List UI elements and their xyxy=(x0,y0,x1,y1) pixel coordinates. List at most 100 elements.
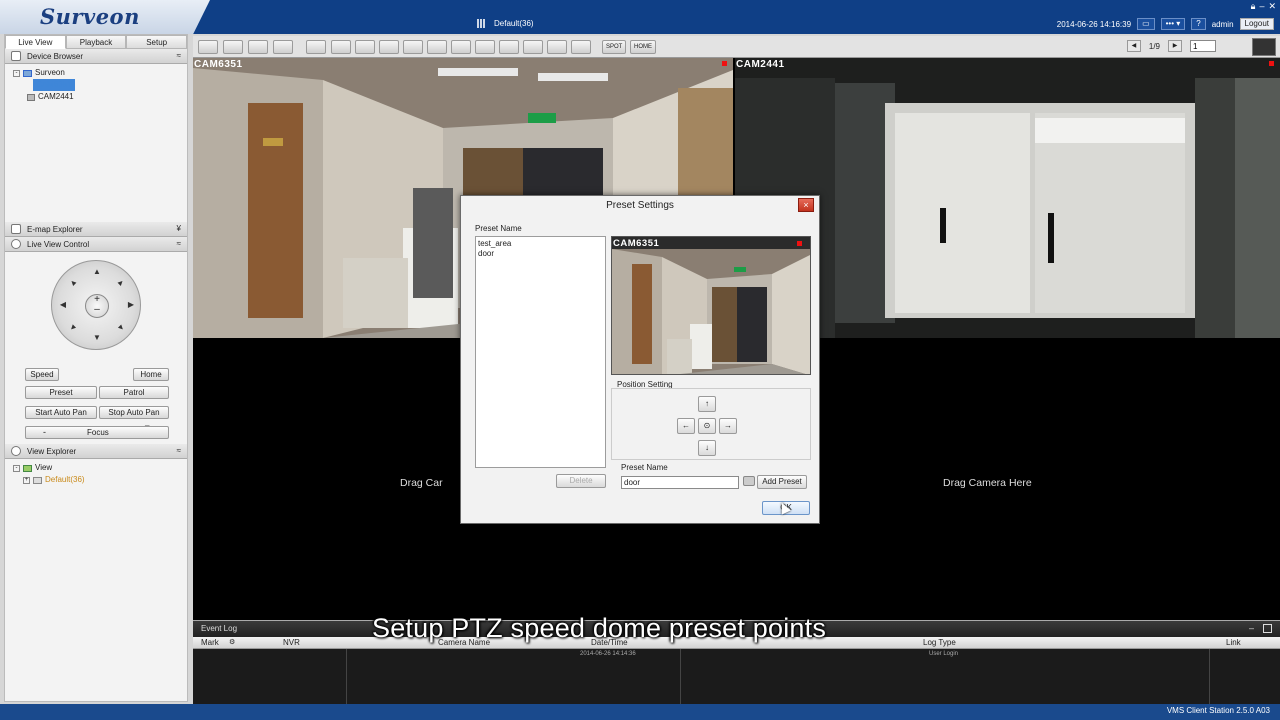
window-title: Default(36) xyxy=(494,19,534,28)
minimize-icon[interactable]: – xyxy=(1249,623,1254,633)
preset-list[interactable]: test_area door xyxy=(475,236,606,468)
more-menu-button[interactable]: ••• ▾ xyxy=(1160,18,1186,30)
logout-button[interactable]: Logout xyxy=(1239,18,1274,30)
layout-9-icon[interactable] xyxy=(427,40,447,54)
up-arrow-button[interactable]: ↑ xyxy=(698,396,716,412)
expand-icon[interactable]: + xyxy=(23,476,30,484)
column-nvr[interactable]: NVR xyxy=(283,638,300,647)
maximize-icon[interactable] xyxy=(1263,624,1272,633)
expand-icon[interactable]: - xyxy=(13,464,20,472)
column-link[interactable]: Link xyxy=(1226,638,1241,647)
next-page-icon[interactable]: ▶ xyxy=(1168,40,1182,52)
layout-13-icon[interactable] xyxy=(475,40,495,54)
start-auto-pan-button[interactable]: Start Auto Pan xyxy=(25,406,97,419)
focus-control: - Focus ¯ xyxy=(5,424,187,444)
layout-4-icon[interactable] xyxy=(355,40,375,54)
fullscreen-icon[interactable] xyxy=(306,40,326,54)
zoom-out-icon[interactable]: – xyxy=(86,305,108,315)
tree-item-cam6351[interactable]: CAM6351 xyxy=(13,79,179,91)
ptz-direction-pad[interactable]: ▲ ▼ ◀ ▶ ▲ ▲ ▼ ▼ + – xyxy=(51,260,141,350)
keyboard-icon[interactable] xyxy=(743,476,755,486)
layout-6-icon[interactable] xyxy=(379,40,399,54)
device-browser-header[interactable]: Device Browser ≈ xyxy=(5,49,187,64)
collapse-icon[interactable]: ≈ xyxy=(177,446,181,455)
page-input[interactable] xyxy=(1190,40,1216,52)
patrol-button[interactable]: Patrol xyxy=(99,386,169,399)
preset-item[interactable]: test_area xyxy=(478,239,603,249)
tab-playback[interactable]: Playback xyxy=(65,35,127,49)
column-mark[interactable]: Mark xyxy=(201,638,219,647)
lock-icon[interactable]: 🔒︎ xyxy=(1251,1,1256,12)
tree-item-cam2441[interactable]: CAM2441 xyxy=(13,91,179,103)
right-arrow-icon[interactable]: ▶ xyxy=(126,300,136,309)
settings-icon[interactable] xyxy=(273,40,293,54)
left-arrow-button[interactable]: ← xyxy=(677,418,695,434)
layout-1-icon[interactable] xyxy=(331,40,351,54)
tools-icon[interactable] xyxy=(248,40,268,54)
surveon-logo: Surveon xyxy=(40,4,140,29)
expand-icon[interactable]: - xyxy=(13,69,20,77)
layout-25-icon[interactable] xyxy=(547,40,567,54)
spot-button[interactable]: SPOT xyxy=(602,40,627,54)
preset-button[interactable]: Preset xyxy=(25,386,97,399)
server-icon xyxy=(23,69,32,77)
previous-page-icon[interactable]: ◀ xyxy=(1126,40,1141,52)
emap-explorer-header[interactable]: E-map Explorer ¥ xyxy=(5,222,187,237)
gear-icon[interactable]: ⚙ xyxy=(229,638,235,646)
tab-setup[interactable]: Setup xyxy=(126,35,188,49)
monitor-icon[interactable]: ▭ xyxy=(1137,18,1155,30)
speed-button[interactable]: Speed xyxy=(25,368,59,381)
up-left-arrow-icon[interactable]: ▲ xyxy=(66,276,79,289)
tab-live-view[interactable]: Live View xyxy=(5,35,66,49)
tree-root[interactable]: - Surveon xyxy=(13,67,179,79)
camera-preview: CAM6351 xyxy=(611,236,811,375)
down-left-arrow-icon[interactable]: ▼ xyxy=(66,321,79,334)
view-explorer-header[interactable]: View Explorer ≈ xyxy=(5,444,187,459)
grid-icon xyxy=(33,476,42,484)
snapshot-icon[interactable] xyxy=(198,40,218,54)
preset-name-input[interactable]: door xyxy=(621,476,739,489)
down-arrow-icon[interactable]: ▼ xyxy=(92,333,102,342)
drag-camera-hint-2: Drag Camera Here xyxy=(943,477,1032,489)
focus-minus-button[interactable]: - xyxy=(43,427,46,437)
preview-camera-name: CAM6351 xyxy=(613,238,660,249)
add-preset-button[interactable]: Add Preset xyxy=(757,475,807,489)
live-view-control-header[interactable]: Live View Control ≈ xyxy=(5,237,187,252)
view-mode-icon[interactable] xyxy=(1252,38,1276,56)
collapse-icon[interactable]: ≈ xyxy=(177,239,181,248)
help-button[interactable]: ? xyxy=(1191,18,1206,30)
home-view-button[interactable]: HOME xyxy=(630,40,656,54)
layout-20-icon[interactable] xyxy=(523,40,543,54)
home-button[interactable]: Home xyxy=(133,368,169,381)
focus-label: Focus xyxy=(87,428,109,437)
window-controls: 🔒︎ – ✕ xyxy=(1251,1,1276,12)
stop-auto-pan-button[interactable]: Stop Auto Pan xyxy=(99,406,169,419)
expand-icon[interactable]: ¥ xyxy=(177,224,181,233)
close-button[interactable]: × xyxy=(798,198,814,212)
view-root[interactable]: - View xyxy=(13,462,179,474)
up-arrow-icon[interactable]: ▲ xyxy=(92,267,102,276)
up-right-arrow-icon[interactable]: ▲ xyxy=(114,276,127,289)
left-arrow-icon[interactable]: ◀ xyxy=(58,300,68,309)
layout-8-icon[interactable] xyxy=(403,40,423,54)
zoom-control[interactable]: + – xyxy=(85,294,109,318)
layout-36-icon[interactable] xyxy=(571,40,591,54)
center-button[interactable]: ⊙ xyxy=(698,418,716,434)
preset-item[interactable]: door xyxy=(478,249,603,259)
layout-16-icon[interactable] xyxy=(499,40,519,54)
event-type: User Login xyxy=(929,651,959,657)
delete-button[interactable]: Delete xyxy=(556,474,606,488)
minimize-icon[interactable]: – xyxy=(1259,1,1264,12)
focus-plus-button[interactable]: ¯ xyxy=(145,425,149,434)
audio-icon[interactable] xyxy=(223,40,243,54)
down-right-arrow-icon[interactable]: ▼ xyxy=(114,321,127,334)
right-arrow-button[interactable]: → xyxy=(719,418,737,434)
close-icon[interactable]: ✕ xyxy=(1268,1,1276,12)
device-tree: - Surveon CAM6351 CAM2441 xyxy=(5,64,187,222)
collapse-icon[interactable]: ≈ xyxy=(177,51,181,60)
layout-10-icon[interactable] xyxy=(451,40,471,54)
left-panel: Live View Playback Setup Device Browser … xyxy=(4,34,188,702)
down-arrow-button[interactable]: ↓ xyxy=(698,440,716,456)
view-item-default[interactable]: + Default(36) xyxy=(13,474,179,486)
column-log-type[interactable]: Log Type xyxy=(923,638,956,647)
